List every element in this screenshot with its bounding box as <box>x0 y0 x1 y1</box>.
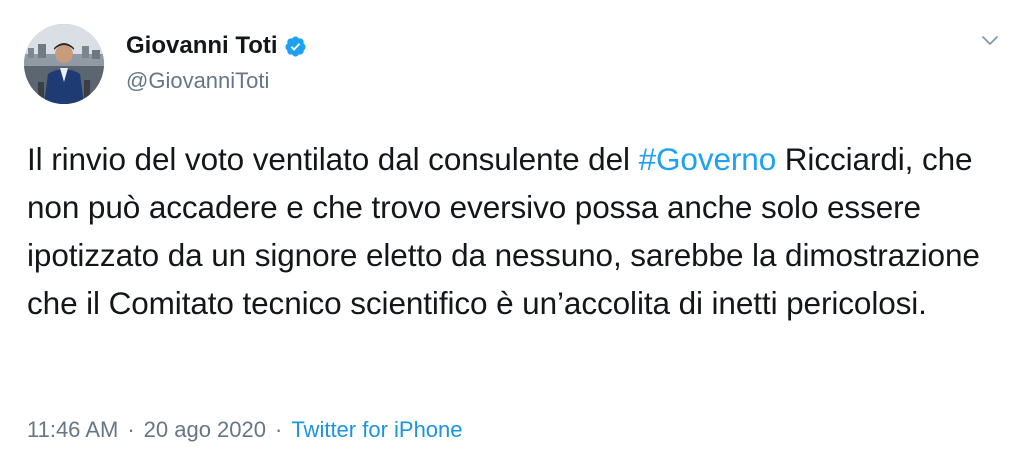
author-display-name[interactable]: Giovanni Toti <box>126 32 278 60</box>
avatar-image <box>24 24 104 104</box>
tweet-date[interactable]: 20 ago 2020 <box>144 417 266 443</box>
meta-separator: · <box>275 417 283 442</box>
tweet-text-part: Il rinvio del voto ventilato dal consule… <box>27 141 639 177</box>
tweet-source-link[interactable]: Twitter for iPhone <box>291 417 462 443</box>
meta-separator: · <box>127 417 135 442</box>
tweet-card: Giovanni Toti @GiovanniToti Il rinvio de… <box>0 0 1024 467</box>
tweet-text: Il rinvio del voto ventilato dal consule… <box>27 135 987 327</box>
chevron-down-icon[interactable] <box>978 28 1002 52</box>
author-name-row: Giovanni Toti <box>126 31 307 61</box>
tweet-meta: 11:46 AM · 20 ago 2020 · Twitter for iPh… <box>27 417 463 443</box>
author-handle[interactable]: @GiovanniToti <box>126 68 269 94</box>
tweet-time[interactable]: 11:46 AM <box>27 417 118 443</box>
avatar[interactable] <box>24 24 104 104</box>
hashtag-link[interactable]: #Governo <box>639 141 777 177</box>
verified-badge-icon <box>284 35 307 58</box>
